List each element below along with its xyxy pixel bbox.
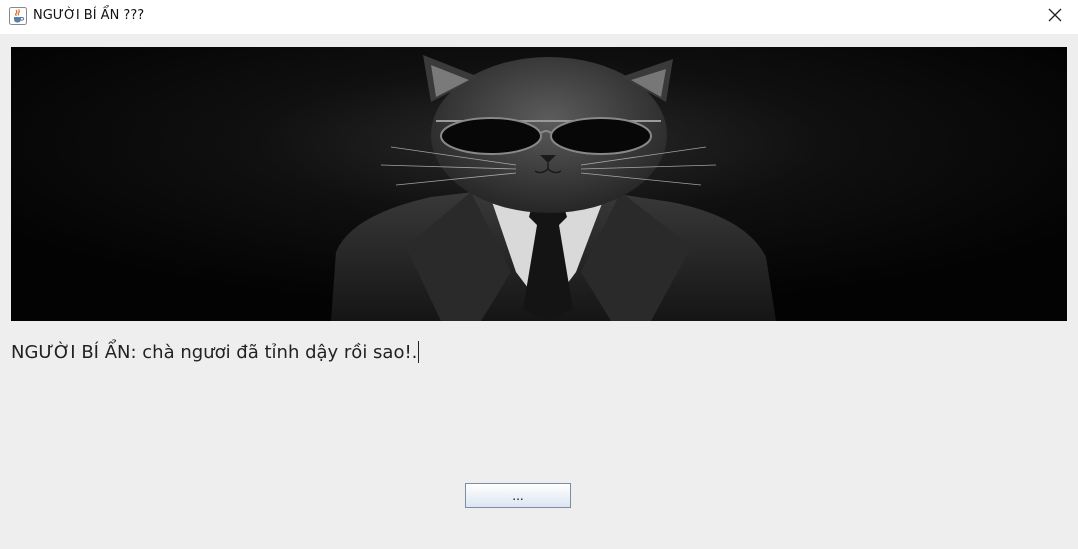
continue-button-label: ... [512,488,524,503]
title-bar[interactable]: NGƯỜI BÍ ẨN ??? [0,0,1078,34]
content-pane: NGƯỜI BÍ ẨN: chà ngươi đã tỉnh dậy rồi s… [0,34,1078,549]
text-caret [418,341,420,363]
dialogue-text: NGƯỜI BÍ ẨN: chà ngươi đã tỉnh dậy rồi s… [11,341,1061,363]
close-icon [1048,7,1062,26]
window-title: NGƯỜI BÍ ẨN ??? [33,8,145,23]
java-cup-icon [9,7,27,25]
dialogue-line: NGƯỜI BÍ ẨN: chà ngươi đã tỉnh dậy rồi s… [11,342,418,363]
continue-button[interactable]: ... [465,483,571,508]
banner-image [11,47,1067,321]
app-window: NGƯỜI BÍ ẨN ??? NGƯỜI BÍ ẨN: chà ngươi đ… [0,0,1078,549]
close-button[interactable] [1032,0,1078,33]
